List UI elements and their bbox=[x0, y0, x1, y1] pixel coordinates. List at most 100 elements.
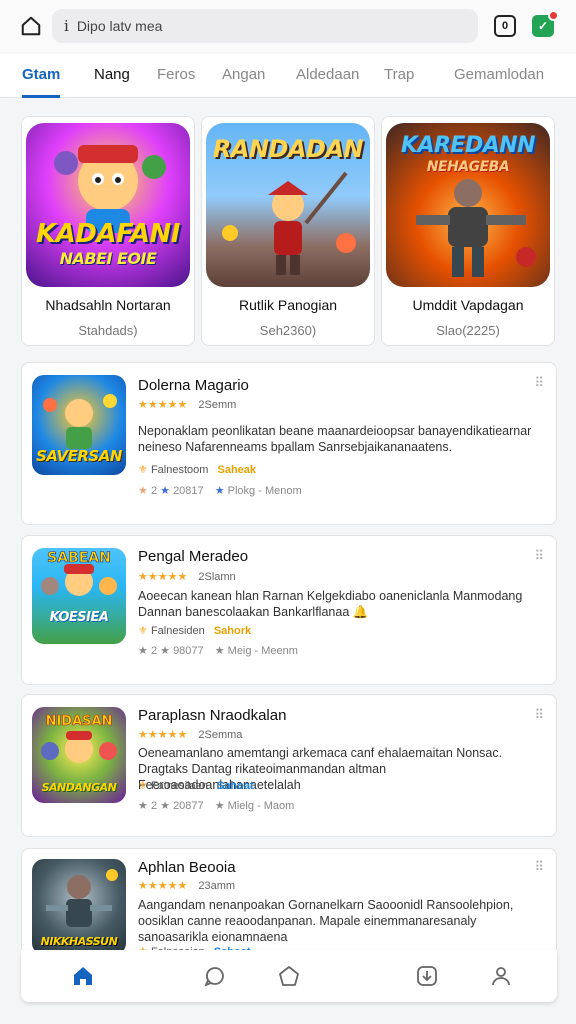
star-icon: ★ bbox=[160, 645, 170, 657]
extension-button[interactable]: ✓ bbox=[532, 10, 559, 37]
extension-icon: ✓ bbox=[537, 19, 549, 33]
info-icon[interactable]: i bbox=[64, 17, 69, 35]
character-illustration: NIDASAN bbox=[41, 714, 117, 763]
stat-status: Plokg - Menom bbox=[227, 485, 302, 497]
game-description: Aangandam nenanpoakan Gornanelkarn Saooo… bbox=[138, 898, 514, 944]
game-list-item[interactable]: NIDASAN SANDANGAN Paraplasn Nraodkalan ⠿… bbox=[21, 694, 557, 837]
nav-explore[interactable] bbox=[277, 964, 301, 988]
home-icon bbox=[74, 967, 92, 985]
game-art: RANDADAN bbox=[206, 123, 370, 287]
tab-count: 0 bbox=[501, 20, 509, 32]
home-button[interactable] bbox=[14, 9, 48, 43]
game-subtitle: Stahdads) bbox=[78, 323, 138, 338]
svg-text:SABEAN: SABEAN bbox=[47, 550, 111, 566]
download-icon bbox=[417, 966, 437, 986]
star-icon: ★ bbox=[138, 645, 148, 657]
game-thumbnail: NIKKHASSUN bbox=[32, 859, 126, 955]
game-stats: ★ 2 ★ 98077 ★ Meig - Meenm bbox=[138, 644, 298, 657]
stat-downloads: 98077 bbox=[173, 645, 204, 657]
tab-nang[interactable]: Nang bbox=[94, 54, 130, 98]
game-thumbnail: NIDASAN SANDANGAN bbox=[32, 707, 126, 803]
pentagon-icon bbox=[279, 966, 299, 986]
tab-switcher-button[interactable]: 0 bbox=[494, 15, 516, 37]
tab-angan[interactable]: Angan bbox=[222, 54, 265, 98]
address-text: Dipo latv mea bbox=[76, 18, 163, 34]
thumb-label: SAVERSAN bbox=[36, 447, 122, 465]
address-bar[interactable]: i Dipo latv mea bbox=[52, 9, 478, 43]
star-icon: ★ bbox=[214, 645, 225, 657]
more-options-icon[interactable]: ⠿ bbox=[534, 548, 544, 564]
meta-tag: Sahoat bbox=[216, 780, 254, 792]
game-thumbnail: SAVERSAN bbox=[32, 375, 126, 475]
featured-card[interactable]: KAREDANN NEHAGEBA Umddit Vapdagan Slao(2… bbox=[381, 116, 555, 346]
rating-text: 2Slamn bbox=[198, 571, 236, 583]
game-subtitle: Slao(2225) bbox=[436, 323, 500, 338]
art-title: RANDADAN bbox=[212, 135, 364, 163]
game-list-item[interactable]: SAVERSAN Dolerna Magario ⠿ ★★★★★ 2Semm N… bbox=[21, 362, 557, 525]
meta-label: Falnestoom bbox=[150, 464, 209, 476]
game-list-item[interactable]: KOESIEA SABEAN Pengal Meradeo ⠿ ★★★★★ 2S… bbox=[21, 535, 557, 685]
game-subtitle: Seh2360) bbox=[259, 323, 317, 338]
game-thumbnail: KOESIEA SABEAN bbox=[32, 548, 126, 644]
bottom-navigation bbox=[21, 950, 557, 1002]
nav-downloads[interactable] bbox=[415, 964, 439, 988]
star-icon: ★ bbox=[214, 485, 225, 497]
house-icon bbox=[21, 16, 41, 36]
stat-count: 2 bbox=[150, 645, 158, 657]
tab-aldedaan[interactable]: Aldedaan bbox=[296, 54, 359, 98]
game-title: Dolerna Magario bbox=[138, 377, 249, 394]
rating: ★★★★★ 23amm bbox=[138, 879, 235, 892]
featured-card[interactable]: RANDADAN Rutlik Panogian Seh2360) bbox=[201, 116, 375, 346]
stat-downloads: 20877 bbox=[173, 800, 204, 812]
game-art: KAREDANN NEHAGEBA bbox=[386, 123, 550, 287]
tab-feros[interactable]: Feros bbox=[157, 54, 195, 98]
game-title: Pengal Meradeo bbox=[138, 548, 249, 565]
trophy-icon: ⚜ bbox=[138, 625, 148, 637]
featured-card[interactable]: KADAFANI NABEI EOIE Nhadsahln Nortaran S… bbox=[21, 116, 195, 346]
stat-count: 2 bbox=[150, 485, 158, 497]
game-title: Paraplasn Nraodkalan bbox=[138, 707, 287, 724]
art-subtitle: NEHAGEBA bbox=[426, 159, 510, 175]
meta-label: Falnesiden bbox=[150, 625, 205, 637]
rating: ★★★★★ 2Semma bbox=[138, 728, 242, 741]
stat-count: 2 bbox=[150, 800, 158, 812]
tab-gemamlodan[interactable]: Gemamlodan bbox=[454, 54, 544, 98]
star-icon: ★ bbox=[138, 485, 148, 497]
svg-text:NIDASAN: NIDASAN bbox=[46, 714, 113, 729]
profile-icon bbox=[492, 967, 510, 986]
nav-home[interactable] bbox=[71, 964, 95, 988]
more-options-icon[interactable]: ⠿ bbox=[534, 859, 544, 875]
rating-text: 2Semm bbox=[198, 399, 237, 411]
notification-dot bbox=[548, 10, 559, 21]
star-rating-icon: ★★★★★ bbox=[138, 399, 188, 411]
stat-downloads: 20817 bbox=[173, 485, 204, 497]
art-title: KAREDANN bbox=[400, 133, 536, 158]
more-options-icon[interactable]: ⠿ bbox=[534, 707, 544, 723]
thumb-label: NIKKHASSUN bbox=[40, 935, 118, 948]
game-name: Rutlik Panogian bbox=[238, 297, 338, 313]
rating-text: 2Semma bbox=[198, 729, 243, 741]
tab-gtam[interactable]: Gtam bbox=[22, 54, 61, 98]
star-rating-icon: ★★★★★ bbox=[138, 729, 188, 741]
character-illustration: SABEAN bbox=[41, 550, 117, 596]
game-title: Aphlan Beooia bbox=[138, 859, 236, 876]
nav-profile[interactable] bbox=[489, 964, 513, 988]
star-rating-icon: ★★★★★ bbox=[138, 880, 188, 892]
tab-trap[interactable]: Trap bbox=[384, 54, 414, 98]
star-icon: ★ bbox=[160, 485, 170, 497]
game-description: Aoeecan kanean hlan Rarnan Kelgekdiabo o… bbox=[138, 589, 523, 619]
rating: ★★★★★ 2Semm bbox=[138, 398, 236, 411]
stat-status: Mielg - Maom bbox=[227, 800, 295, 812]
thumb-label: SANDANGAN bbox=[41, 781, 117, 794]
more-options-icon[interactable]: ⠿ bbox=[534, 375, 544, 391]
art-title: KADAFANI bbox=[36, 219, 180, 249]
browser-toolbar: i Dipo latv mea 0 ✓ bbox=[0, 0, 576, 52]
game-description: Neponaklam peonlikatan beane maanardeioo… bbox=[138, 424, 532, 454]
trophy-icon: ⚜ bbox=[138, 464, 148, 476]
rating: ★★★★★ 2Slamn bbox=[138, 570, 236, 583]
star-icon: ★ bbox=[214, 800, 225, 812]
game-art: KADAFANI NABEI EOIE bbox=[26, 123, 190, 287]
meta-tag: Sahork bbox=[213, 625, 252, 637]
game-meta: ⚜ Falnestoom Saheak bbox=[138, 463, 256, 476]
nav-chat[interactable] bbox=[203, 964, 227, 988]
